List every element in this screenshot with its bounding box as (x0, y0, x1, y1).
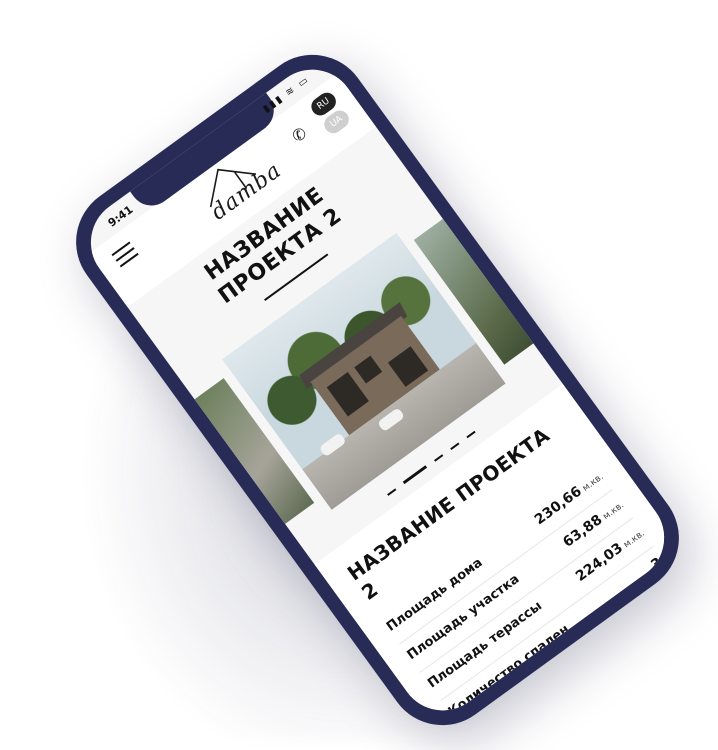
pagination-dot[interactable] (386, 488, 396, 496)
detail-unit: м.кв. (622, 528, 647, 551)
detail-unit: м.кв. (580, 472, 606, 494)
detail-unit: м.кв. (601, 500, 627, 523)
hamburger-menu-icon[interactable] (111, 241, 140, 269)
phone-frame: 9:41 ▮▮▮ ≋ ▭ damba ✆ RU UA НАЗВАНИЕ ПРОЕ… (53, 32, 702, 748)
pagination-dot[interactable] (465, 430, 475, 439)
pagination-dot[interactable] (449, 442, 459, 450)
detail-unit (661, 557, 667, 565)
language-switcher: RU UA (307, 88, 357, 140)
phone-screen: 9:41 ▮▮▮ ≋ ▭ damba ✆ RU UA НАЗВАНИЕ ПРОЕ… (73, 52, 682, 728)
detail-value: 3 (648, 554, 667, 574)
pagination-dot[interactable] (433, 454, 443, 462)
pagination-dot-active[interactable] (402, 465, 427, 485)
device-mockup: 9:41 ▮▮▮ ≋ ▭ damba ✆ RU UA НАЗВАНИЕ ПРОЕ… (0, 0, 718, 750)
phone-icon[interactable]: ✆ (288, 123, 310, 146)
